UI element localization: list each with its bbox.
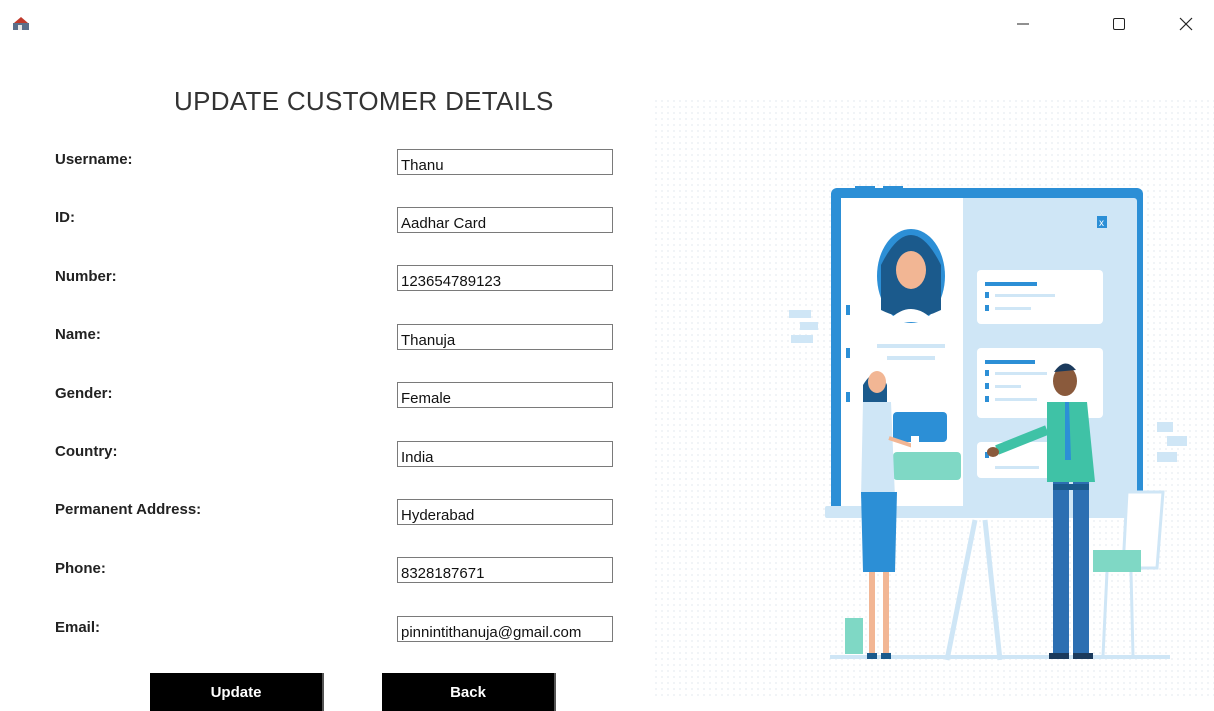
username-input[interactable]	[397, 149, 613, 175]
email-label: Email:	[55, 619, 101, 636]
address-input[interactable]	[397, 499, 613, 525]
close-icon	[1179, 17, 1193, 30]
back-button[interactable]: Back	[382, 673, 556, 711]
id-label: ID:	[55, 209, 75, 226]
minimize-button[interactable]	[1000, 0, 1046, 47]
customer-profile-illustration: x	[655, 100, 1214, 700]
maximize-icon	[1113, 17, 1125, 30]
country-label: Country:	[55, 443, 118, 460]
minimize-icon	[1017, 23, 1029, 24]
email-input[interactable]	[397, 616, 613, 642]
page-title: UPDATE CUSTOMER DETAILS	[174, 86, 554, 116]
maximize-button[interactable]	[1096, 0, 1142, 47]
address-label: Permanent Address:	[55, 501, 202, 518]
phone-input[interactable]	[397, 557, 613, 583]
phone-label: Phone:	[55, 560, 106, 577]
id-input[interactable]	[397, 207, 613, 233]
country-input[interactable]	[397, 441, 613, 467]
update-button[interactable]: Update	[150, 673, 324, 711]
window-titlebar	[0, 0, 1214, 47]
gender-input[interactable]	[397, 382, 613, 408]
name-input[interactable]	[397, 324, 613, 350]
gender-label: Gender:	[55, 385, 113, 402]
number-input[interactable]	[397, 265, 613, 291]
number-label: Number:	[55, 268, 117, 285]
username-label: Username:	[55, 151, 133, 168]
close-button[interactable]	[1163, 0, 1209, 47]
java-app-icon	[12, 14, 30, 32]
name-label: Name:	[55, 326, 101, 343]
svg-text:x: x	[1099, 218, 1104, 229]
